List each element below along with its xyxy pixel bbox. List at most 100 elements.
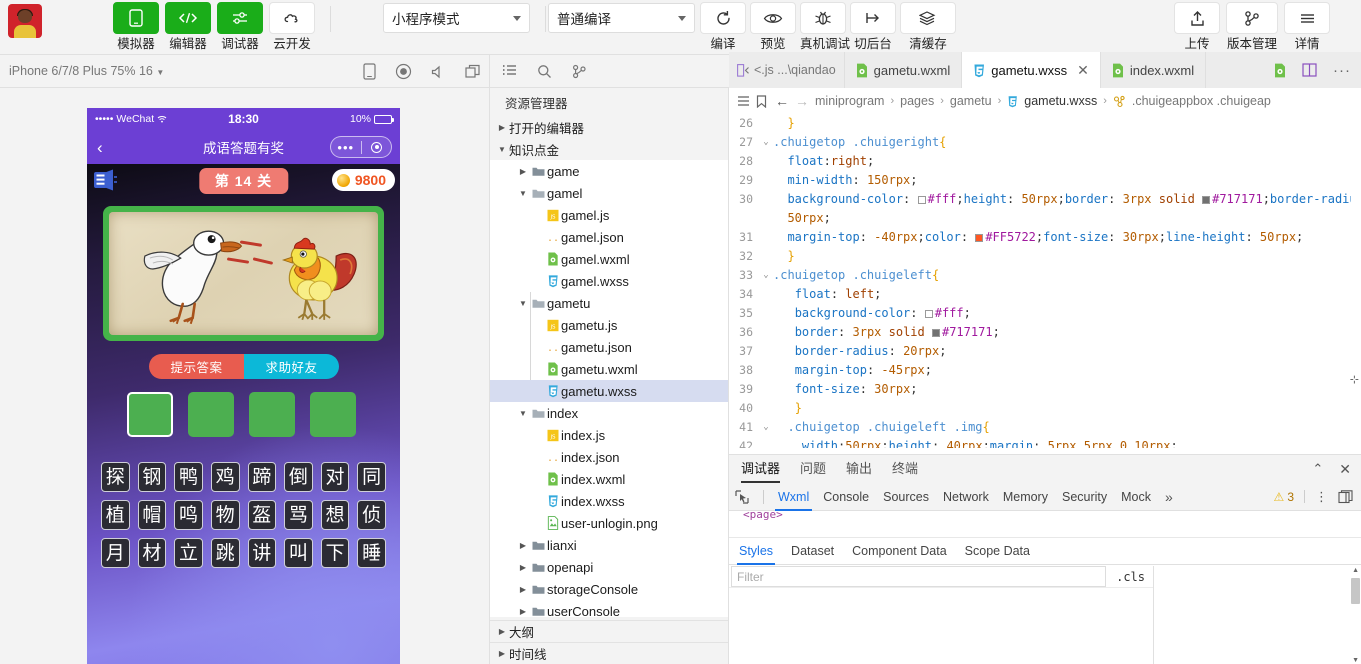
close-icon[interactable]: ✕ (1339, 461, 1351, 478)
tree-file-row[interactable]: {..}gamel.json (490, 226, 728, 248)
tree-folder-row[interactable]: ▼ index (490, 402, 728, 424)
debugger-tab[interactable]: 调试器 (741, 455, 781, 483)
preview-button[interactable] (750, 2, 796, 34)
wxml-icon[interactable] (1274, 63, 1286, 78)
version-management-button[interactable] (1226, 2, 1278, 34)
tree-folder-row[interactable]: ▶ lianxi (490, 534, 728, 556)
tree-file-row[interactable]: index.wxml (490, 468, 728, 490)
more-icon[interactable]: ··· (1333, 62, 1351, 79)
character-tile[interactable]: 钢 (137, 462, 167, 492)
styles-tab[interactable]: Component Data (852, 538, 947, 565)
devtools-tab[interactable]: Security (1062, 483, 1107, 511)
wechat-capsule[interactable]: ••• (330, 136, 392, 158)
character-tile[interactable]: 跳 (210, 538, 240, 568)
devtools-tab[interactable]: Memory (1003, 483, 1048, 511)
details-button[interactable] (1284, 2, 1330, 34)
character-tile[interactable]: 叫 (284, 538, 313, 568)
devtools-tab[interactable]: Sources (883, 483, 929, 511)
character-tile[interactable]: 探 (101, 462, 130, 492)
upload-button[interactable] (1174, 2, 1220, 34)
breadcrumb-item[interactable]: .chuigeappbox .chuigeap (1132, 94, 1271, 108)
tab-gametu-wxss[interactable]: gametu.wxss ✕ (962, 52, 1101, 88)
mute-icon[interactable] (431, 65, 446, 79)
source-control-icon[interactable] (572, 64, 587, 79)
devtools-tab[interactable]: Wxml (774, 483, 813, 511)
dock-panel-icon[interactable] (1338, 489, 1353, 504)
tree-file-row[interactable]: gametu.wxml (490, 358, 728, 380)
back-chevron-icon[interactable]: ‹ (97, 139, 103, 156)
split-editor-icon[interactable] (1302, 63, 1317, 77)
rotate-device-icon[interactable] (363, 63, 376, 80)
tree-file-row[interactable]: {..}index.json (490, 446, 728, 468)
styles-scrollbar[interactable]: ▲ ▼ (1350, 566, 1361, 664)
simulator-button[interactable] (113, 2, 159, 34)
character-tile[interactable]: 月 (101, 538, 130, 568)
clear-cache-button[interactable] (900, 2, 956, 34)
character-tile[interactable]: 盔 (247, 500, 277, 530)
devtools-overflow-icon[interactable]: » (1165, 489, 1173, 505)
debugger-button[interactable] (217, 2, 263, 34)
tree-file-row[interactable]: JS gamel.js (490, 204, 728, 226)
tree-folder-row[interactable]: ▶ game (490, 160, 728, 182)
debugger-tab[interactable]: 终端 (892, 455, 918, 483)
fold-toggle-icon[interactable]: ⌄ (759, 418, 773, 437)
breadcrumb-item[interactable]: pages (900, 94, 934, 108)
tree-file-row[interactable]: index.wxss (490, 490, 728, 512)
answer-slot[interactable] (249, 392, 295, 437)
character-tile[interactable]: 侦 (357, 500, 386, 530)
tree-file-row[interactable]: JS gametu.js (490, 314, 728, 336)
section-open-editors[interactable]: ▶ 打开的编辑器 (490, 116, 728, 138)
character-tile[interactable]: 鸭 (174, 462, 203, 492)
answer-slot[interactable] (188, 392, 234, 437)
real-device-debug-button[interactable] (800, 2, 846, 34)
tree-folder-row[interactable]: ▶ userConsole (490, 600, 728, 618)
list-icon[interactable] (502, 64, 517, 78)
more-vertical-icon[interactable]: ⋮ (1315, 490, 1328, 503)
code-content[interactable]: 26 } 27 ⌄ .chuigetop .chuigeright{28 float:… (729, 114, 1361, 454)
inspect-element-icon[interactable] (735, 489, 749, 504)
editor-button[interactable] (165, 2, 211, 34)
character-tile[interactable]: 讲 (247, 538, 277, 568)
character-tile[interactable]: 蹄 (247, 462, 277, 492)
capsule-more-icon[interactable]: ••• (331, 141, 361, 154)
section-outline[interactable]: ▶ 大纲 (490, 620, 728, 642)
character-tile[interactable]: 物 (210, 500, 240, 530)
devtools-tab[interactable]: Network (943, 483, 989, 511)
tab-index-wxml[interactable]: index.wxml (1100, 52, 1207, 88)
styles-filter-input[interactable] (731, 566, 1107, 587)
target-icon[interactable] (362, 141, 392, 153)
tree-file-row[interactable]: gametu.wxss (490, 380, 728, 402)
tree-folder-row[interactable]: ▶ openapi (490, 556, 728, 578)
character-tile[interactable]: 睡 (357, 538, 386, 568)
tab-gametu-wxml[interactable]: gametu.wxml (844, 52, 963, 88)
tree-file-row[interactable]: user-unlogin.png (490, 512, 728, 534)
fold-toggle-icon[interactable]: ⌄ (759, 266, 773, 285)
outline-icon[interactable] (737, 95, 750, 107)
tree-folder-row[interactable]: ▶ storageConsole (490, 578, 728, 600)
close-icon[interactable]: ✕ (1077, 62, 1089, 79)
debugger-tab[interactable]: 问题 (800, 455, 826, 483)
character-tile[interactable]: 帽 (137, 500, 167, 530)
scroll-thumb[interactable] (1351, 578, 1360, 604)
section-timeline[interactable]: ▶ 时间线 (490, 642, 728, 664)
cls-button[interactable]: .cls (1108, 570, 1153, 584)
tree-folder-row[interactable]: ▼ gamel (490, 182, 728, 204)
character-tile[interactable]: 想 (320, 500, 350, 530)
tree-folder-row[interactable]: ▼ gametu (490, 292, 728, 314)
scroll-down-icon[interactable]: ▼ (1352, 657, 1359, 664)
character-tile[interactable]: 倒 (284, 462, 313, 492)
record-icon[interactable] (395, 63, 412, 80)
multi-window-icon[interactable] (465, 64, 481, 79)
editor-scrollbar[interactable] (1351, 114, 1361, 454)
arrow-left-icon[interactable]: ← (775, 93, 789, 109)
scroll-up-icon[interactable]: ▲ (1352, 567, 1359, 574)
debugger-tab[interactable]: 输出 (846, 455, 872, 483)
collapse-panel-button[interactable]: <.js ...\qiandao (729, 52, 845, 88)
character-tile[interactable]: 下 (320, 538, 350, 568)
compile-button[interactable] (700, 2, 746, 34)
hint-answer-button[interactable]: 提示答案 (149, 354, 244, 379)
tree-file-row[interactable]: {..}gametu.json (490, 336, 728, 358)
cloud-dev-button[interactable] (269, 2, 315, 34)
bookmark-icon[interactable] (756, 94, 767, 108)
compile-select[interactable]: 普通编译 (548, 3, 695, 33)
